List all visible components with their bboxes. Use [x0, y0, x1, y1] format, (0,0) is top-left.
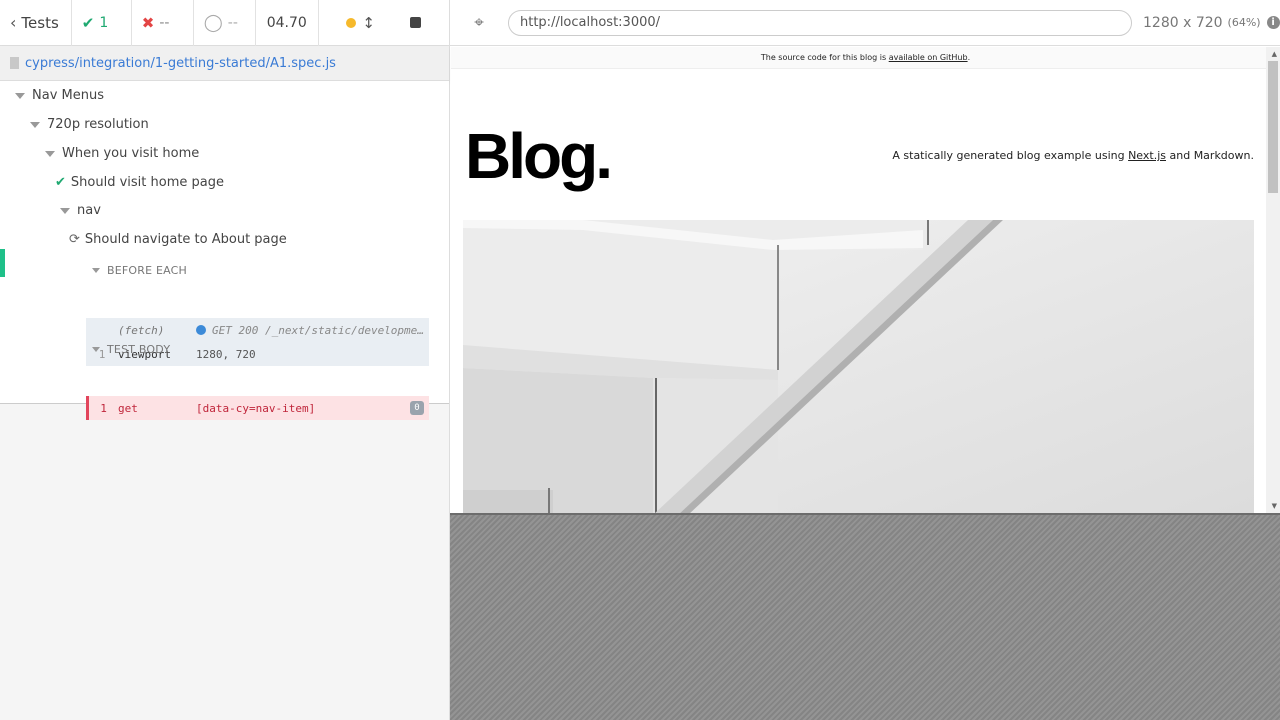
aut-scrollbar[interactable]: ▲ ▼ [1266, 47, 1280, 513]
viewport-size: 1280 x 720 [1143, 14, 1223, 31]
status-dot-icon [346, 17, 357, 28]
scroll-up-icon[interactable]: ▲ [1272, 50, 1277, 58]
hook-label: BEFORE EACH [107, 264, 188, 277]
scroll-down-icon[interactable]: ▼ [1272, 502, 1277, 510]
spec-path-link[interactable]: cypress/integration/1-getting-started/A1… [25, 56, 336, 71]
aut-backdrop [450, 513, 1280, 720]
pending-count[interactable]: ◯ -- [194, 0, 256, 46]
suite-720p[interactable]: 720p resolution [30, 117, 149, 132]
stop-icon[interactable] [410, 17, 422, 28]
pending-value: -- [227, 14, 238, 31]
viewport-zoom: (64%) [1227, 16, 1261, 29]
caret-down-icon [60, 207, 70, 214]
suite-nav[interactable]: nav [60, 203, 101, 218]
file-icon [10, 57, 19, 69]
command-fetch[interactable]: (fetch) GET 200 /_next/static/developmen… [86, 318, 429, 342]
request-dot-icon [196, 325, 206, 335]
fetch-message-text: GET 200 /_next/static/development/... [212, 323, 429, 337]
command-name: get [118, 401, 138, 415]
banner-suffix: . [967, 53, 971, 62]
command-message: [data-cy=nav-item] [196, 401, 316, 415]
duration: 04.70 [256, 0, 319, 46]
chevron-left-icon: ‹ [10, 13, 17, 32]
suite-title: nav [77, 203, 101, 218]
hook-label: TEST BODY [107, 343, 171, 356]
blog-title: Blog. [465, 120, 613, 192]
scrollbar-thumb[interactable] [1268, 61, 1278, 193]
runnables-tree: Nav Menus 720p resolution When you visit… [0, 81, 449, 420]
banner-text: The source code for this blog is [760, 53, 887, 62]
reporter-panel: ‹ Tests ✔ 1 ✖ -- ◯ -- 04.70 ↕ cypress/in… [0, 0, 450, 720]
info-icon[interactable]: i [1266, 16, 1280, 29]
resize-arrows-icon: ↕ [362, 13, 375, 32]
tagline-suffix: and Markdown. [1166, 149, 1254, 162]
passed-value: 1 [99, 14, 109, 31]
element-count-badge: 0 [410, 401, 424, 415]
spec-header: cypress/integration/1-getting-started/A1… [0, 46, 449, 81]
crosshair-icon: ⌖ [474, 12, 484, 33]
command-get[interactable]: 1 get [data-cy=nav-item] 0 [86, 396, 429, 420]
blog-tagline: A statically generated blog example usin… [892, 149, 1254, 162]
test-title: Should navigate to About page [84, 232, 287, 247]
auto-scroll-toggle[interactable]: ↕ [346, 14, 375, 32]
hero-image [463, 220, 1254, 513]
app-under-test: ⌖ http://localhost:3000/ 1280 x 720 (64%… [450, 0, 1280, 720]
test-visit-home-page[interactable]: ✔ Should visit home page [55, 175, 224, 190]
suite-visit-home[interactable]: When you visit home [45, 146, 199, 161]
command-number: 1 [100, 401, 107, 415]
passed-count[interactable]: ✔ 1 [72, 0, 132, 46]
command-message: GET 200 /_next/static/development/... [196, 324, 429, 337]
tests-back-button[interactable]: ‹ Tests [0, 0, 72, 46]
selector-playground-button[interactable]: ⌖ [450, 13, 508, 33]
command-name: (fetch) [118, 323, 165, 337]
caret-down-icon [30, 121, 40, 128]
check-icon: ✔ [81, 13, 95, 32]
stats-bar: ‹ Tests ✔ 1 ✖ -- ◯ -- 04.70 ↕ [0, 0, 449, 46]
x-icon: ✖ [141, 13, 155, 32]
staircase-image [463, 220, 1254, 513]
caret-down-icon [92, 347, 100, 352]
suite-title: Nav Menus [32, 88, 104, 103]
aut-iframe: The source code for this blog is availab… [451, 47, 1280, 513]
failed-value: -- [159, 14, 170, 31]
suite-title: 720p resolution [47, 117, 149, 132]
caret-down-icon [92, 268, 100, 273]
caret-down-icon [15, 92, 25, 99]
pass-indicator [0, 249, 5, 277]
nextjs-link[interactable]: Next.js [1128, 149, 1166, 162]
viewport-info[interactable]: 1280 x 720 (64%) i [1143, 15, 1280, 31]
suite-nav-menus[interactable]: Nav Menus [15, 88, 104, 103]
check-icon: ✔ [55, 175, 66, 190]
url-input[interactable]: http://localhost:3000/ [508, 9, 1132, 36]
pending-circle-icon: ◯ [203, 12, 223, 33]
command-message: 1280, 720 [196, 347, 256, 361]
github-link[interactable]: available on GitHub [889, 53, 968, 62]
refresh-icon: ⟳ [69, 232, 80, 247]
hook-before-each[interactable]: BEFORE EACH [92, 264, 187, 277]
run-controls: ↕ [319, 0, 449, 46]
test-body-row[interactable]: TEST BODY [92, 343, 170, 356]
url-bar: ⌖ http://localhost:3000/ 1280 x 720 (64%… [450, 0, 1280, 46]
test-title: Should visit home page [70, 175, 224, 190]
tagline-text: A statically generated blog example usin… [892, 149, 1129, 162]
tests-label: Tests [21, 13, 59, 32]
github-banner: The source code for this blog is availab… [451, 47, 1280, 69]
test-navigate-about[interactable]: ⟳ Should navigate to About page [69, 232, 287, 247]
caret-down-icon [45, 150, 55, 157]
failed-count[interactable]: ✖ -- [132, 0, 194, 46]
suite-title: When you visit home [62, 146, 200, 161]
